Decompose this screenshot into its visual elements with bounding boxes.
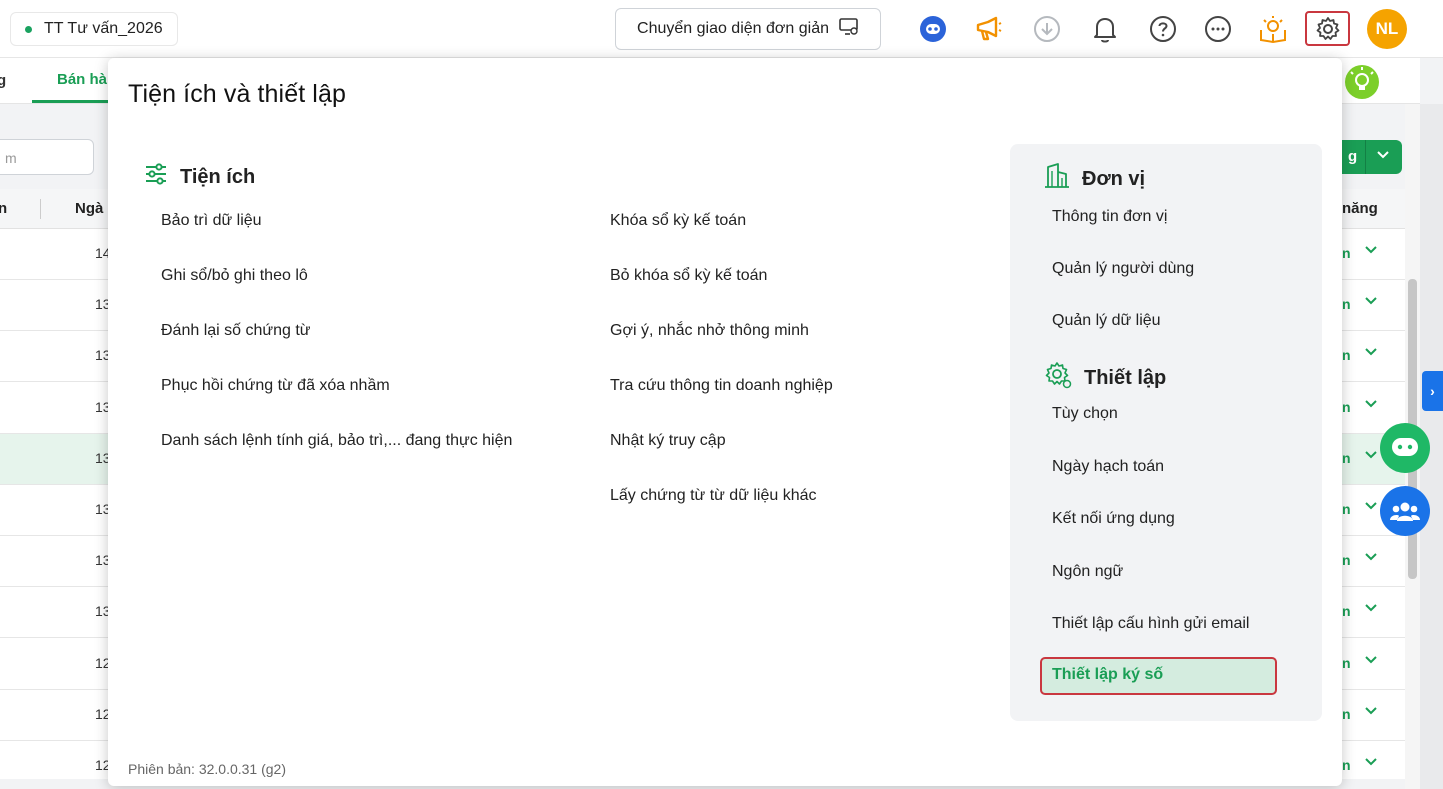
assistant-bot-icon[interactable] [916, 12, 950, 46]
chevron-down-icon[interactable] [1364, 345, 1378, 362]
chevron-down-icon[interactable] [1364, 397, 1378, 414]
chevron-down-icon[interactable] [1364, 601, 1378, 618]
unit-heading-label: Đơn vị [1082, 167, 1146, 190]
chevron-down-icon[interactable] [1364, 294, 1378, 311]
tab-previous[interactable]: g [0, 72, 6, 89]
community-group-icon[interactable] [1380, 486, 1430, 536]
idea-book-icon[interactable] [1256, 12, 1290, 46]
row-action-link[interactable]: n [1342, 552, 1351, 568]
row-action-link[interactable]: n [1342, 655, 1351, 671]
settings-menu-item[interactable]: Thiết lập cấu hình gửi email [1052, 615, 1249, 633]
utility-item[interactable]: Đánh lại số chứng từ [161, 322, 311, 340]
header-col-date: Ngà [75, 200, 104, 217]
row-action-link[interactable]: n [1342, 706, 1351, 722]
utility-item[interactable]: Khóa sổ kỳ kế toán [610, 212, 746, 230]
utilities-heading-label: Tiện ích [180, 165, 256, 188]
utility-item[interactable]: Ghi sổ/bỏ ghi theo lô [161, 267, 308, 285]
settings-menu-item[interactable]: Ngôn ngữ [1052, 563, 1123, 581]
utility-item[interactable]: Tra cứu thông tin doanh nghiệp [610, 377, 833, 395]
settings-menu-item[interactable]: Tùy chọn [1052, 405, 1118, 423]
unit-heading: Đơn vị [1044, 163, 1145, 195]
active-tab-indicator [32, 100, 112, 103]
expand-side-panel-chevron-icon[interactable]: › [1422, 371, 1443, 411]
unit-menu-item[interactable]: Quản lý người dùng [1052, 260, 1194, 278]
utility-item[interactable]: Danh sách lệnh tính giá, bảo trì,... đan… [161, 432, 512, 450]
simple-mode-label: Chuyển giao diện đơn giản [637, 20, 829, 37]
status-dot [25, 25, 32, 33]
utility-item[interactable]: Bảo trì dữ liệu [161, 212, 262, 230]
modal-title: Tiện ích và thiết lập [128, 80, 346, 108]
utility-item[interactable]: Bỏ khóa sổ kỳ kế toán [610, 267, 767, 285]
row-action-link[interactable]: n [1342, 501, 1351, 517]
chevron-down-icon[interactable] [1364, 499, 1378, 516]
user-avatar[interactable]: NL [1367, 9, 1407, 49]
unit-settings-panel: Đơn vị Thông tin đơn vị Quản lý người dùn… [1010, 144, 1322, 721]
settings-gear-icon[interactable] [1305, 11, 1350, 46]
row-action-link[interactable]: n [1342, 450, 1351, 466]
chevron-down-icon[interactable] [1364, 550, 1378, 567]
settings-heading: Thiết lập [1044, 361, 1166, 395]
megaphone-icon[interactable] [971, 12, 1005, 46]
chevron-down-icon[interactable] [1376, 147, 1390, 165]
utility-item[interactable]: Nhật ký truy cập [610, 432, 726, 450]
settings-gear-outline-icon [1044, 361, 1072, 395]
download-icon[interactable] [1030, 12, 1064, 46]
row-action-link[interactable]: n [1342, 603, 1351, 619]
utilities-settings-modal: Tiện ích và thiết lập Tiện ích Bảo trì d… [108, 58, 1342, 786]
bell-icon[interactable] [1088, 12, 1122, 46]
header-col-actions: năng [1342, 200, 1378, 217]
settings-heading-label: Thiết lập [1084, 366, 1167, 389]
row-action-link[interactable]: n [1342, 757, 1351, 773]
chevron-down-icon[interactable] [1364, 704, 1378, 721]
chevron-down-icon[interactable] [1364, 653, 1378, 670]
row-action-link[interactable]: n [1342, 245, 1351, 261]
chevron-down-icon[interactable] [1364, 755, 1378, 772]
top-bar: TT Tư vấn_2026 Chuyển giao diện đơn giản… [0, 0, 1443, 58]
row-action-link[interactable]: n [1342, 347, 1351, 363]
primary-button-label: g [1348, 148, 1358, 165]
search-input[interactable]: m [0, 139, 94, 175]
unit-selector[interactable]: TT Tư vấn_2026 [10, 12, 178, 46]
header-divider [40, 199, 41, 219]
utility-item[interactable]: Gợi ý, nhắc nhở thông minh [610, 322, 809, 340]
sliders-icon [144, 162, 168, 192]
unit-menu-item[interactable]: Thông tin đơn vị [1052, 208, 1167, 226]
chevron-down-icon[interactable] [1364, 448, 1378, 465]
lightbulb-tip-icon[interactable] [1342, 62, 1382, 102]
settings-menu-item[interactable]: Kết nối ứng dụng [1052, 510, 1175, 528]
utility-item[interactable]: Phục hồi chứng từ đã xóa nhầm [161, 377, 390, 395]
header-col-1: n [0, 200, 8, 217]
help-icon[interactable] [1146, 12, 1180, 46]
more-options-icon[interactable] [1201, 12, 1235, 46]
utilities-heading: Tiện ích [144, 162, 255, 192]
simple-mode-button[interactable]: Chuyển giao diện đơn giản [615, 8, 881, 50]
version-label: Phiên bản: 32.0.0.31 (g2) [128, 761, 287, 777]
settings-menu-item[interactable]: Ngày hạch toán [1052, 458, 1164, 476]
chatbot-icon[interactable] [1380, 423, 1430, 473]
monitor-settings-icon [839, 17, 859, 41]
utility-item[interactable]: Lấy chứng từ từ dữ liệu khác [610, 487, 817, 505]
row-action-link[interactable]: n [1342, 399, 1351, 415]
tab-sales[interactable]: Bán hà [57, 71, 107, 88]
chevron-down-icon[interactable] [1364, 243, 1378, 260]
menu-item-digital-signature-settings[interactable]: Thiết lập ký số [1040, 657, 1277, 695]
split-divider [1365, 140, 1366, 174]
row-action-link[interactable]: n [1342, 296, 1351, 312]
building-icon [1044, 163, 1070, 195]
unit-name: TT Tư vấn_2026 [44, 20, 163, 37]
unit-menu-item[interactable]: Quản lý dữ liệu [1052, 312, 1161, 330]
